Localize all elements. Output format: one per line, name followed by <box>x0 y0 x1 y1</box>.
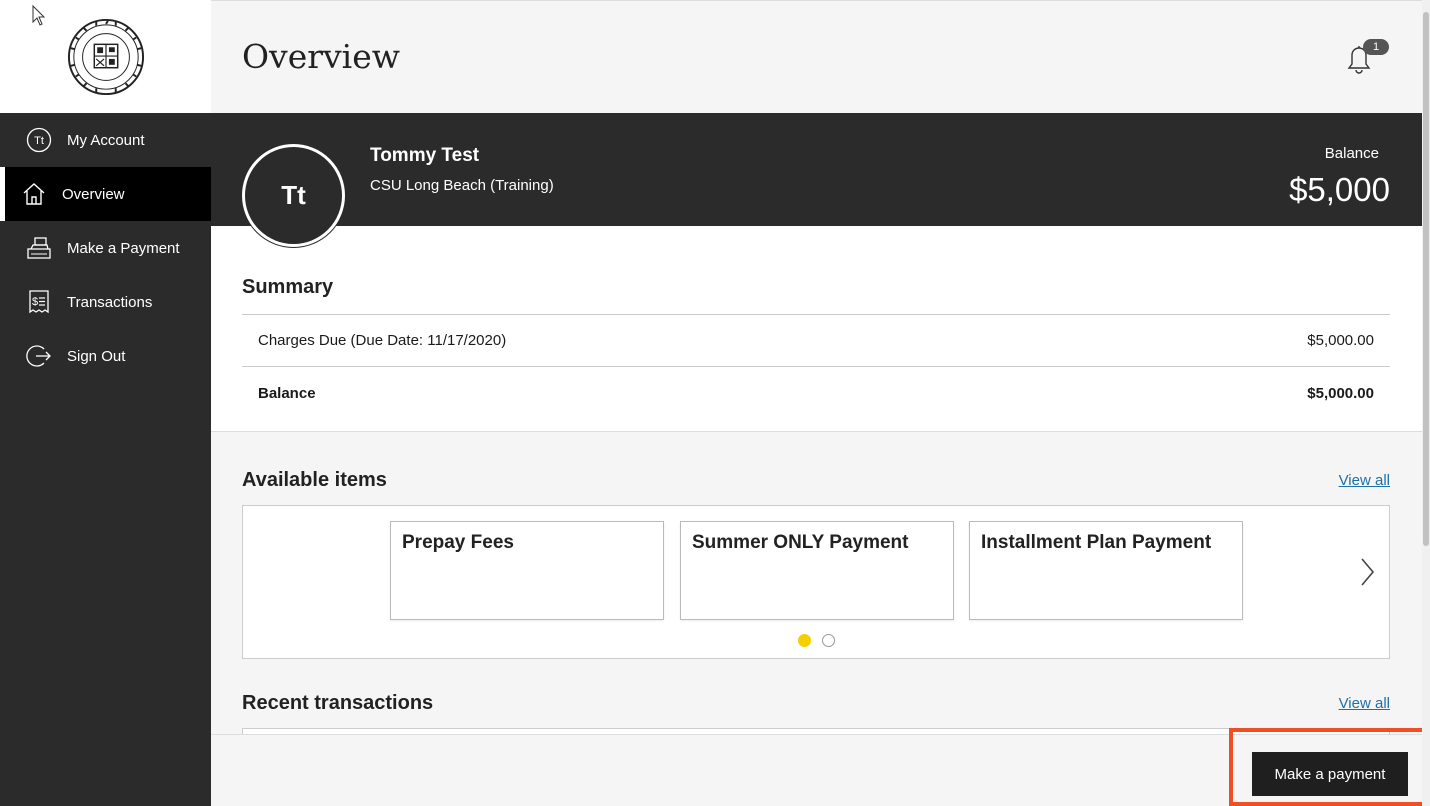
mouse-cursor-icon <box>32 5 46 26</box>
carousel-dot-1[interactable] <box>798 634 811 647</box>
top-bar: Overview 1 <box>211 0 1422 113</box>
profile-band: Tt Tommy Test CSU Long Beach (Training) … <box>211 113 1422 247</box>
summary-row-label: Balance <box>258 384 316 402</box>
account-initials-icon: Tt <box>25 126 53 154</box>
receipt-icon: $ <box>25 288 53 316</box>
summary-row-amount: $5,000.00 <box>1307 332 1374 349</box>
summary-row-charges-due: Charges Due (Due Date: 11/17/2020) $5,00… <box>242 315 1390 367</box>
item-card-installment-plan-payment[interactable]: Installment Plan Payment <box>969 521 1243 620</box>
cash-register-icon <box>25 234 53 262</box>
sidebar-nav: Tt My Account Overview Make a Payment $ … <box>0 113 211 383</box>
sidebar: Tt My Account Overview Make a Payment $ … <box>0 0 211 806</box>
sidebar-item-label: Overview <box>62 185 125 203</box>
summary-table: Charges Due (Due Date: 11/17/2020) $5,00… <box>242 314 1390 419</box>
available-items-title: Available items <box>242 469 387 491</box>
sign-out-icon <box>25 342 53 370</box>
page-title: Overview <box>242 37 400 76</box>
item-card-prepay-fees[interactable]: Prepay Fees <box>390 521 664 620</box>
svg-text:$: $ <box>32 296 38 308</box>
summary-title: Summary <box>242 276 334 298</box>
available-items-view-all-link[interactable]: View all <box>1339 472 1390 489</box>
notification-count-badge: 1 <box>1363 39 1389 55</box>
sidebar-item-my-account[interactable]: Tt My Account <box>0 113 211 167</box>
profile-name: Tommy Test <box>370 145 480 166</box>
profile-school: CSU Long Beach (Training) <box>370 177 554 194</box>
item-card-summer-only-payment[interactable]: Summer ONLY Payment <box>680 521 954 620</box>
balance-label: Balance <box>1324 145 1379 162</box>
avatar: Tt <box>242 144 345 247</box>
home-icon <box>20 180 48 208</box>
page-scrollbar[interactable] <box>1422 0 1430 806</box>
available-items-section: Available items View all Prepay Fees Sum… <box>211 432 1422 738</box>
sidebar-item-make-a-payment[interactable]: Make a Payment <box>0 221 211 275</box>
sidebar-item-label: Make a Payment <box>67 239 180 257</box>
make-a-payment-button[interactable]: Make a payment <box>1252 752 1408 796</box>
sidebar-item-transactions[interactable]: $ Transactions <box>0 275 211 329</box>
balance-amount: $5,000 <box>1289 171 1390 208</box>
logo-area <box>0 0 211 113</box>
summary-section: Summary Charges Due (Due Date: 11/17/202… <box>211 226 1422 432</box>
sidebar-item-overview[interactable]: Overview <box>0 167 211 221</box>
svg-text:Tt: Tt <box>34 135 44 147</box>
recent-transactions-view-all-link[interactable]: View all <box>1339 695 1390 712</box>
sidebar-item-label: Transactions <box>67 293 153 311</box>
carousel-dot-2[interactable] <box>822 634 835 647</box>
university-seal-logo <box>67 18 144 95</box>
summary-row-amount: $5,000.00 <box>1307 384 1374 402</box>
scrollbar-thumb[interactable] <box>1423 12 1429 546</box>
recent-transactions-title: Recent transactions <box>242 692 434 714</box>
summary-row-balance: Balance $5,000.00 <box>242 367 1390 419</box>
main-content: Overview 1 Tt Tommy Test CSU Long Beach … <box>211 0 1422 806</box>
sidebar-item-label: Sign Out <box>67 347 126 365</box>
summary-row-label: Charges Due (Due Date: 11/17/2020) <box>258 332 507 349</box>
carousel-pagination <box>798 634 835 647</box>
available-items-carousel: Prepay Fees Summer ONLY Payment Installm… <box>242 505 1390 659</box>
sidebar-item-sign-out[interactable]: Sign Out <box>0 329 211 383</box>
sidebar-item-label: My Account <box>67 131 145 149</box>
carousel-next-chevron-icon[interactable] <box>1357 556 1377 588</box>
